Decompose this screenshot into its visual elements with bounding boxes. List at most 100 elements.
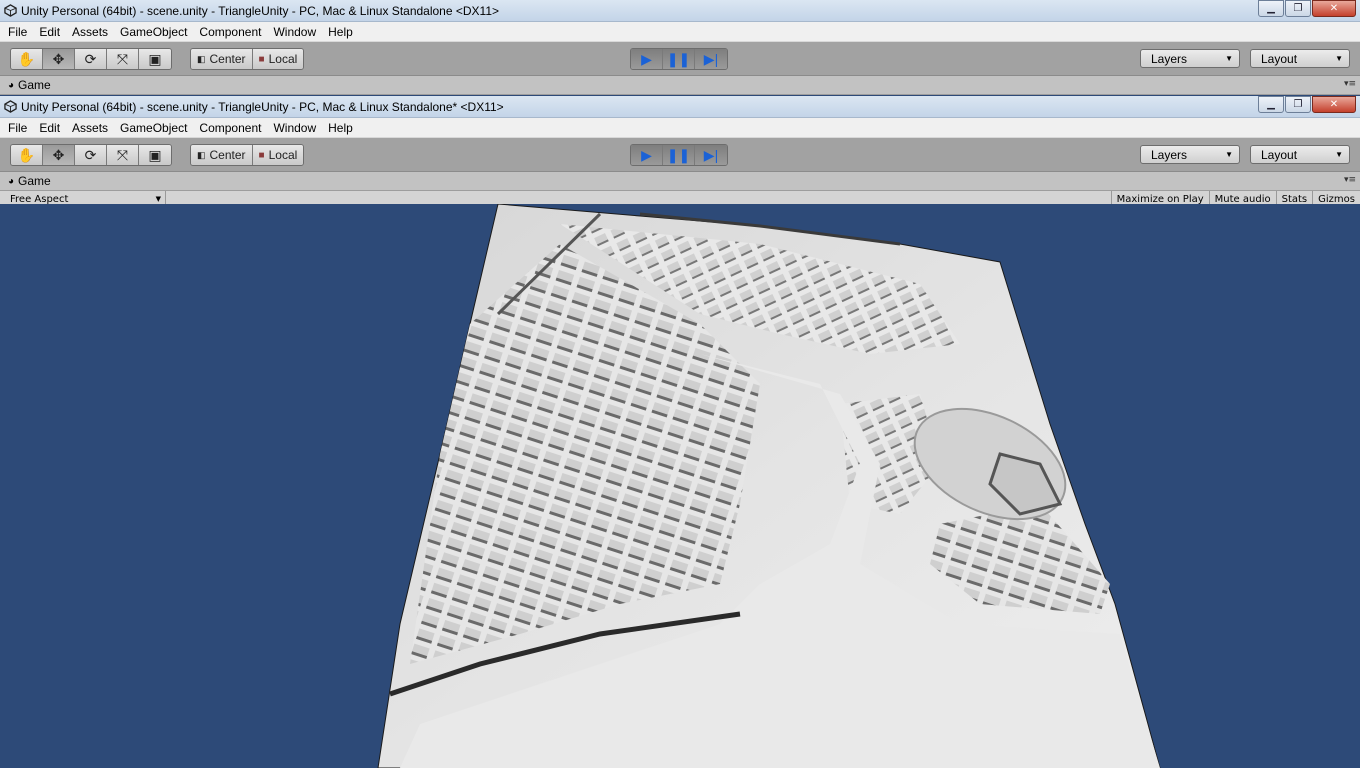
game-tab-strip: ◕ Game ▾≡ [0, 76, 1360, 95]
cube-icon: ■ [258, 149, 265, 161]
menu-file[interactable]: File [2, 121, 33, 135]
window-title: Unity Personal (64bit) - scene.unity - T… [21, 3, 500, 18]
game-viewport[interactable] [0, 204, 1360, 768]
layers-label: Layers [1151, 51, 1188, 66]
scale-tool-button[interactable]: ⤧ [107, 49, 139, 69]
layers-dropdown[interactable]: Layers ▼ [1140, 49, 1240, 68]
main-toolbar: ✋ ✥ ⟳ ⤧ ▣ ◧ Center ■ Local ▶ ❚❚ ▶| Layers ▼… [0, 42, 1360, 76]
scale-icon: ⤧ [116, 146, 129, 163]
window-title: Unity Personal (64bit) - scene.unity - T… [21, 99, 504, 114]
tab-game[interactable]: ◕ Game [0, 76, 51, 95]
step-button[interactable]: ▶| [695, 49, 727, 69]
chevron-down-icon: ▼ [1335, 54, 1343, 63]
pivot-icon: ◧ [197, 149, 206, 160]
menu-component[interactable]: Component [193, 25, 267, 39]
menu-gameobject[interactable]: GameObject [114, 25, 193, 39]
transform-tools: ✋ ✥ ⟳ ⤧ ▣ [10, 144, 172, 166]
pivot-local-button[interactable]: ■ Local [252, 49, 304, 69]
close-button[interactable]: ✕ [1312, 96, 1356, 113]
minimize-icon: ▁ [1267, 3, 1275, 14]
pivot-center-button[interactable]: ◧ Center [191, 145, 253, 165]
rotate-tool-button[interactable]: ⟳ [75, 49, 107, 69]
chevron-down-icon: ▼ [1225, 54, 1233, 63]
restore-icon: ❐ [1293, 3, 1303, 14]
scale-tool-button[interactable]: ⤧ [107, 145, 139, 165]
playback-controls: ▶ ❚❚ ▶| [630, 144, 728, 166]
menu-edit[interactable]: Edit [33, 121, 66, 135]
unity-logo-icon [4, 4, 17, 17]
pivot-center-label: Center [209, 148, 246, 162]
restore-icon: ❐ [1293, 99, 1303, 110]
menu-help[interactable]: Help [322, 25, 359, 39]
move-tool-button[interactable]: ✥ [43, 145, 75, 165]
menu-bar: File Edit Assets GameObject Component Wi… [0, 118, 1360, 138]
layout-label: Layout [1261, 147, 1298, 162]
back-window: Unity Personal (64bit) - scene.unity - T… [0, 0, 1360, 95]
maximize-button[interactable]: ❐ [1285, 96, 1311, 113]
main-toolbar: ✋ ✥ ⟳ ⤧ ▣ ◧ Center ■ Local ▶ ❚❚ ▶| Layers ▼… [0, 138, 1360, 172]
menu-help[interactable]: Help [322, 121, 359, 135]
menu-window[interactable]: Window [267, 25, 322, 39]
pause-icon: ❚❚ [666, 50, 691, 67]
chevron-down-icon: ▼ [1225, 150, 1233, 159]
play-button[interactable]: ▶ [631, 49, 663, 69]
game-tab-icon: ◕ [8, 79, 15, 91]
back-title-bar[interactable]: Unity Personal (64bit) - scene.unity - T… [0, 0, 1360, 22]
unity-logo-icon [4, 100, 17, 113]
play-icon: ▶ [641, 146, 652, 163]
pivot-toggles: ◧ Center ■ Local [190, 48, 305, 70]
pivot-toggles: ◧ Center ■ Local [190, 144, 305, 166]
maximize-button[interactable]: ❐ [1285, 0, 1311, 17]
pause-button[interactable]: ❚❚ [663, 145, 695, 165]
menu-component[interactable]: Component [193, 121, 267, 135]
scale-icon: ⤧ [116, 50, 129, 67]
layers-label: Layers [1151, 147, 1188, 162]
menu-edit[interactable]: Edit [33, 25, 66, 39]
layout-dropdown[interactable]: Layout ▼ [1250, 49, 1350, 68]
tab-game[interactable]: ◕ Game [0, 172, 51, 191]
rotate-icon: ⟳ [84, 146, 97, 163]
layout-dropdown[interactable]: Layout ▼ [1250, 145, 1350, 164]
menu-assets[interactable]: Assets [66, 25, 114, 39]
pivot-local-label: Local [268, 52, 298, 66]
game-tab-icon: ◕ [8, 175, 15, 187]
pause-button[interactable]: ❚❚ [663, 49, 695, 69]
layers-dropdown[interactable]: Layers ▼ [1140, 145, 1240, 164]
pause-icon: ❚❚ [666, 146, 691, 163]
close-button[interactable]: ✕ [1312, 0, 1356, 17]
minimize-button[interactable]: ▁ [1258, 0, 1284, 17]
hand-tool-button[interactable]: ✋ [11, 49, 43, 69]
minimize-button[interactable]: ▁ [1258, 96, 1284, 113]
pivot-center-label: Center [209, 52, 246, 66]
cube-icon: ■ [258, 53, 265, 65]
pivot-center-button[interactable]: ◧ Center [191, 49, 253, 69]
hand-tool-button[interactable]: ✋ [11, 145, 43, 165]
step-icon: ▶| [703, 146, 719, 163]
menu-gameobject[interactable]: GameObject [114, 121, 193, 135]
chevron-down-icon: ▼ [155, 195, 161, 203]
panel-menu-icon[interactable]: ▾≡ [1344, 79, 1356, 89]
layout-label: Layout [1261, 51, 1298, 66]
menu-window[interactable]: Window [267, 121, 322, 135]
menu-assets[interactable]: Assets [66, 121, 114, 135]
panel-menu-icon[interactable]: ▾≡ [1344, 175, 1356, 185]
game-tab-label: Game [18, 78, 51, 92]
play-icon: ▶ [641, 50, 652, 67]
transform-tools: ✋ ✥ ⟳ ⤧ ▣ [10, 48, 172, 70]
game-tab-label: Game [18, 174, 51, 188]
hand-icon: ✋ [17, 50, 36, 67]
play-button[interactable]: ▶ [631, 145, 663, 165]
front-title-bar[interactable]: Unity Personal (64bit) - scene.unity - T… [0, 96, 1360, 118]
rotate-tool-button[interactable]: ⟳ [75, 145, 107, 165]
move-icon: ✥ [52, 146, 65, 163]
move-tool-button[interactable]: ✥ [43, 49, 75, 69]
close-icon: ✕ [1329, 99, 1339, 110]
rect-tool-button[interactable]: ▣ [139, 145, 171, 165]
menu-file[interactable]: File [2, 25, 33, 39]
pivot-local-label: Local [268, 148, 298, 162]
pivot-local-button[interactable]: ■ Local [252, 145, 304, 165]
rect-tool-button[interactable]: ▣ [139, 49, 171, 69]
step-button[interactable]: ▶| [695, 145, 727, 165]
rect-tool-icon: ▣ [148, 146, 162, 163]
menu-bar: File Edit Assets GameObject Component Wi… [0, 22, 1360, 42]
